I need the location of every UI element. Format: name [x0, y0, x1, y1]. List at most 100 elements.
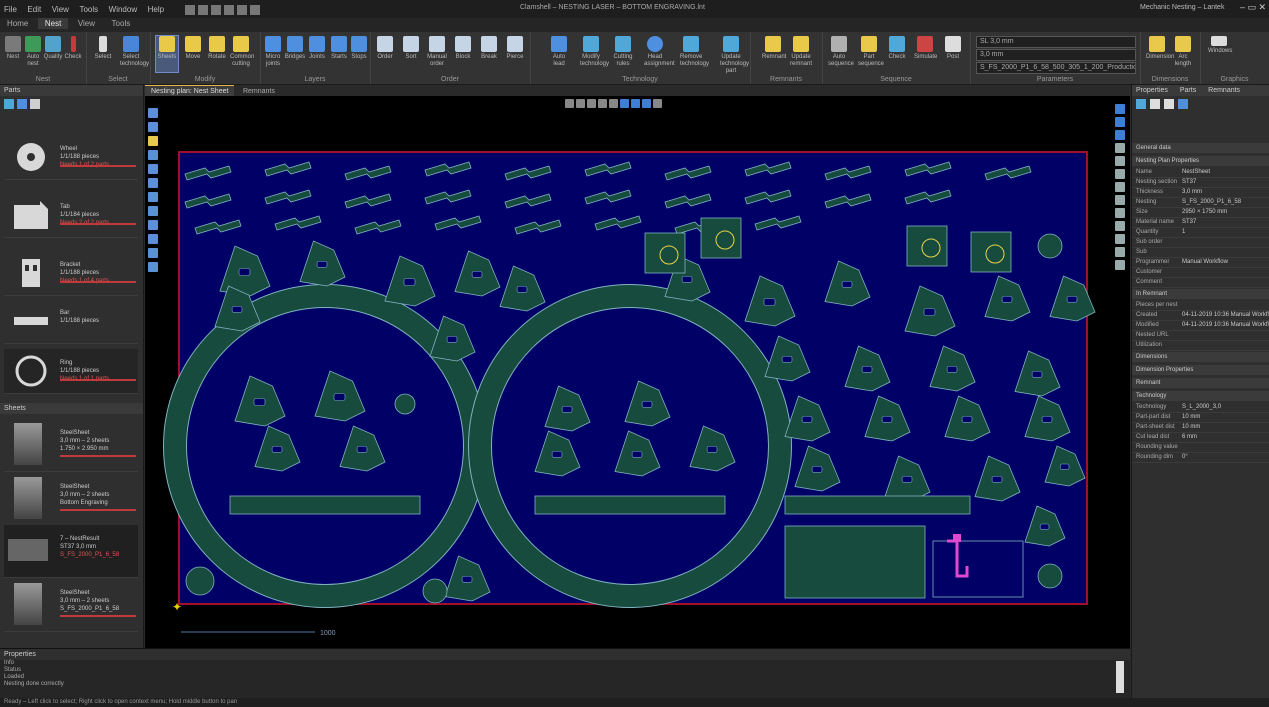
filter-icon[interactable] [30, 99, 40, 109]
menu-view[interactable]: View [52, 5, 69, 14]
auto-nest-button[interactable]: Auto nest [22, 36, 44, 72]
remnant-button[interactable]: Remnant [762, 36, 786, 72]
disc-part[interactable] [1037, 563, 1063, 589]
arc-length-button[interactable]: Arc length [1172, 36, 1194, 72]
disc-part[interactable] [185, 566, 215, 596]
bracket-slot[interactable] [946, 365, 958, 373]
bracket-slot[interactable] [461, 575, 473, 583]
bracket-slot[interactable] [801, 415, 813, 423]
save-icon[interactable] [210, 4, 221, 15]
bar-part[interactable] [229, 495, 421, 515]
bracket-slot[interactable] [1041, 415, 1053, 423]
bracket-slot[interactable] [516, 285, 528, 293]
property-section[interactable]: Nesting Plan Properties [1132, 156, 1269, 166]
order-button[interactable]: Order [374, 36, 396, 72]
property-section[interactable]: Dimension Properties [1132, 365, 1269, 375]
property-row[interactable]: Rounding dim 0° [1132, 452, 1269, 463]
bracket-slot[interactable] [641, 400, 653, 408]
cutting-rules-button[interactable]: Cutting rules [612, 36, 634, 72]
simulate-button[interactable]: Simulate [914, 36, 937, 72]
property-section[interactable]: In Remnant [1132, 289, 1269, 299]
break-button[interactable]: Break [478, 36, 500, 72]
modify-technology-button[interactable]: Modify technology [580, 36, 609, 72]
check-button[interactable]: Check [62, 36, 84, 72]
tab-tools[interactable]: Tools [105, 18, 138, 29]
list-item[interactable]: Ring1/1/188 piecesNeeds 1 of 1 parts [4, 349, 138, 394]
update-remnant-button[interactable]: Update remnant [790, 36, 812, 72]
joints-button[interactable]: Joints [306, 36, 328, 72]
menu-help[interactable]: Help [148, 5, 164, 14]
tab-view[interactable]: View [71, 18, 102, 29]
label-plate[interactable] [970, 231, 1012, 273]
bracket-slot[interactable] [881, 415, 893, 423]
property-section[interactable]: Remnant [1132, 378, 1269, 388]
micro-joints-button[interactable]: Micro joints [262, 36, 284, 72]
list-item[interactable]: SteelSheet 3,0 mm – 2 sheets Bottom Engrav… [4, 473, 138, 526]
thickness-combo[interactable]: 3,0 mm [976, 49, 1136, 61]
disc-part[interactable] [1037, 233, 1063, 259]
list-view-icon[interactable] [4, 99, 14, 109]
bracket-slot[interactable] [706, 445, 718, 453]
bracket-slot[interactable] [1059, 463, 1070, 470]
select-technology-button[interactable]: Select technology [120, 36, 149, 72]
menu-file[interactable]: File [4, 5, 17, 14]
pages-icon[interactable] [1164, 99, 1174, 109]
disc-part[interactable] [394, 393, 416, 415]
tab-nest[interactable]: Nest [37, 18, 69, 29]
undo-icon[interactable] [236, 4, 247, 15]
update-technology-part-button[interactable]: Update technology part [720, 36, 749, 74]
label-plate[interactable] [644, 232, 686, 274]
material-combo[interactable]: SL 3,0 mm [976, 36, 1136, 48]
part-sequence-button[interactable]: Part sequence [858, 36, 884, 72]
list-item[interactable]: Bracket1/1/188 piecesNeeds 1 of 4 parts [4, 251, 138, 296]
bracket-slot[interactable] [961, 415, 973, 423]
bracket-slot[interactable] [356, 445, 368, 453]
nesting-canvas[interactable]: 1000 ✦ [145, 96, 1130, 648]
select-button[interactable]: Select [92, 36, 114, 72]
bracket-slot[interactable] [811, 465, 823, 473]
quality-button[interactable]: Quality [42, 36, 64, 72]
windows-button[interactable]: Windows [1208, 36, 1232, 72]
disc-part[interactable] [422, 578, 448, 604]
bracket-slot[interactable] [1039, 523, 1050, 530]
label-plate[interactable] [906, 225, 948, 267]
label-plate[interactable] [700, 217, 742, 259]
starts-button[interactable]: Starts [328, 36, 350, 72]
bar-part[interactable] [534, 495, 726, 515]
menu-edit[interactable]: Edit [27, 5, 41, 14]
bar-part[interactable] [784, 495, 971, 515]
post-button[interactable]: Post [942, 36, 964, 72]
bracket-slot[interactable] [841, 280, 853, 288]
bracket-slot[interactable] [631, 450, 643, 458]
bracket-slot[interactable] [763, 298, 776, 306]
window-controls[interactable]: – ▭ ✕ [1240, 2, 1266, 13]
menu-window[interactable]: Window [109, 5, 137, 14]
property-section[interactable]: Dimensions [1132, 352, 1269, 362]
block-button[interactable]: Block [452, 36, 474, 72]
tab-properties[interactable]: Properties [1136, 87, 1168, 94]
output-scrollbar[interactable] [1116, 661, 1124, 693]
bracket-slot[interactable] [471, 270, 483, 278]
stops-button[interactable]: Stops [348, 36, 370, 72]
bracket-slot[interactable] [231, 305, 243, 313]
print-icon[interactable] [223, 4, 234, 15]
move-button[interactable]: Move [182, 36, 204, 72]
open-icon[interactable] [197, 4, 208, 15]
bracket-slot[interactable] [316, 260, 328, 268]
sequence-check-button[interactable]: Check [886, 36, 908, 72]
list-item[interactable]: Tab1/1/184 piecesNeeds 2 of 2 parts [4, 193, 138, 238]
list-item[interactable]: SteelSheet 3,0 mm – 2 sheets 1.750 × 2.950… [4, 419, 138, 472]
dimension-button[interactable]: Dimension [1146, 36, 1174, 72]
sort-icon[interactable] [1136, 99, 1146, 109]
bracket-slot[interactable] [781, 355, 793, 363]
property-section[interactable]: General data [1132, 143, 1269, 153]
redo-icon[interactable] [249, 4, 260, 15]
nest-drawing[interactable]: 1000 ✦ [145, 96, 1130, 648]
bracket-slot[interactable] [861, 365, 873, 373]
bracket-slot[interactable] [991, 475, 1003, 483]
tab-parts[interactable]: Parts [1180, 87, 1196, 94]
pierce-button[interactable]: Pierce [504, 36, 526, 72]
bracket-slot[interactable] [901, 475, 913, 483]
property-row[interactable]: Utilization [1132, 340, 1269, 351]
bracket-slot[interactable] [403, 278, 416, 286]
